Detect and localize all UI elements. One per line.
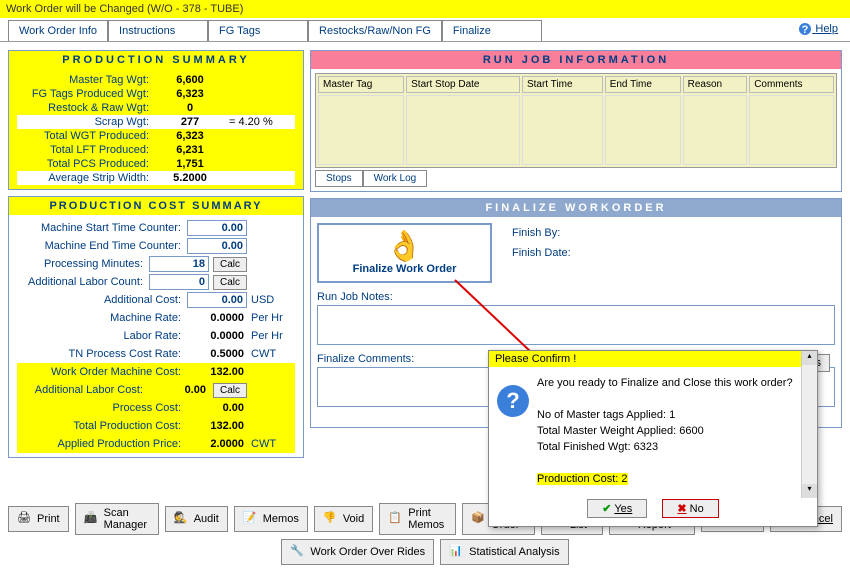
ps-row: Total WGT Produced:6,323 bbox=[17, 129, 295, 143]
pcs-row: Additional Labor Cost:0.00Calc bbox=[17, 381, 295, 399]
scanner-icon: 📠 bbox=[84, 511, 100, 527]
pcs-row: Machine End Time Counter: bbox=[17, 237, 295, 255]
pcs-input[interactable] bbox=[149, 274, 209, 290]
tab-row: Work Order Info Instructions FG Tags Res… bbox=[0, 18, 850, 42]
pcs-input[interactable] bbox=[187, 292, 247, 308]
ps-row: Average Strip Width:5.2000 bbox=[17, 171, 295, 185]
tab-wo-info[interactable]: Work Order Info bbox=[8, 20, 108, 41]
pcs-row: Machine Start Time Counter: bbox=[17, 219, 295, 237]
confirm-line3: Total Finished Wgt: 6323 bbox=[537, 439, 809, 455]
window-title: Work Order will be Changed (W/O - 378 - … bbox=[0, 0, 850, 18]
pcs-row: Additional Labor Count:Calc bbox=[17, 273, 295, 291]
finish-by-label: Finish By: bbox=[512, 223, 835, 243]
svg-text:?: ? bbox=[802, 24, 809, 36]
box-icon: 📦 bbox=[471, 511, 487, 527]
ps-row: Total LFT Produced:6,231 bbox=[17, 143, 295, 157]
rji-col: Comments bbox=[749, 76, 834, 93]
confirm-scrollbar[interactable]: ▴ ▾ bbox=[801, 351, 817, 498]
tab-fg-tags[interactable]: FG Tags bbox=[208, 20, 308, 41]
pcs-row: Additional Cost:USD bbox=[17, 291, 295, 309]
finalize-wo-button[interactable]: 👌 Finalize Work Order bbox=[317, 223, 492, 283]
void-button[interactable]: 👎Void bbox=[314, 506, 373, 532]
help-icon: ? bbox=[798, 22, 812, 36]
confirm-yes-button[interactable]: ✔ Yes bbox=[587, 499, 647, 518]
scan-manager-button[interactable]: 📠Scan Manager bbox=[75, 503, 159, 535]
confirm-question: Are you ready to Finalize and Close this… bbox=[537, 375, 809, 391]
run-job-notes-label: Run Job Notes: bbox=[317, 291, 835, 303]
ps-row: Master Tag Wgt:6,600 bbox=[17, 73, 295, 87]
rji-col: End Time bbox=[605, 76, 681, 93]
ps-row: FG Tags Produced Wgt:6,323 bbox=[17, 87, 295, 101]
calc-button[interactable]: Calc bbox=[213, 383, 247, 398]
rji-header: RUN JOB INFORMATION bbox=[311, 51, 841, 69]
print-memos-button[interactable]: 📋Print Memos bbox=[379, 503, 456, 535]
production-summary-panel: PRODUCTION SUMMARY Master Tag Wgt:6,600F… bbox=[8, 50, 304, 190]
question-icon: ? bbox=[497, 385, 529, 417]
wo-overrides-button[interactable]: 🔧Work Order Over Rides bbox=[281, 539, 434, 565]
confirm-line1: No of Master tags Applied: 1 bbox=[537, 407, 809, 423]
pcs-row: Applied Production Price:2.0000CWT bbox=[17, 435, 295, 453]
subtab-stops[interactable]: Stops bbox=[315, 170, 363, 187]
confirm-line2: Total Master Weight Applied: 6600 bbox=[537, 423, 809, 439]
help-link[interactable]: ? Help bbox=[798, 22, 838, 36]
scroll-down-icon[interactable]: ▾ bbox=[802, 484, 817, 498]
pcs-input[interactable] bbox=[149, 256, 209, 272]
ps-row: Scrap Wgt:277= 4.20 % bbox=[17, 115, 295, 129]
print-button[interactable]: 🖨Print bbox=[8, 506, 69, 532]
confirm-prod-cost: Production Cost: 2 bbox=[537, 473, 628, 485]
print-memos-icon: 📋 bbox=[388, 511, 404, 527]
calc-button[interactable]: Calc bbox=[213, 257, 247, 272]
audit-icon: 🕵 bbox=[174, 511, 190, 527]
memos-button[interactable]: 📝Memos bbox=[234, 506, 308, 532]
finish-date-label: Finish Date: bbox=[512, 243, 835, 263]
void-icon: 👎 bbox=[323, 511, 339, 527]
pcs-input[interactable] bbox=[187, 220, 247, 236]
pcs-row: Process Cost:0.00 bbox=[17, 399, 295, 417]
pcs-row: Work Order Machine Cost:132.00 bbox=[17, 363, 295, 381]
run-job-info-panel: RUN JOB INFORMATION Master TagStart Stop… bbox=[310, 50, 842, 192]
tab-finalize[interactable]: Finalize bbox=[442, 20, 542, 41]
confirm-dialog: Please Confirm ! ? Are you ready to Fina… bbox=[488, 350, 818, 527]
production-cost-panel: PRODUCTION COST SUMMARY Machine Start Ti… bbox=[8, 196, 304, 458]
ps-header: PRODUCTION SUMMARY bbox=[9, 51, 303, 69]
pcs-row: Labor Rate:0.0000Per Hr bbox=[17, 327, 295, 345]
pcs-row: Processing Minutes:Calc bbox=[17, 255, 295, 273]
confirm-no-button[interactable]: ✖ No bbox=[662, 499, 718, 518]
ps-row: Restock & Raw Wgt:0 bbox=[17, 101, 295, 115]
rji-col: Start Stop Date bbox=[406, 76, 520, 93]
statistical-button[interactable]: 📊Statistical Analysis bbox=[440, 539, 568, 565]
tab-instructions[interactable]: Instructions bbox=[108, 20, 208, 41]
fw-header: FINALIZE WORKORDER bbox=[311, 199, 841, 217]
scroll-up-icon[interactable]: ▴ bbox=[802, 351, 817, 365]
calc-button[interactable]: Calc bbox=[213, 275, 247, 290]
ok-hand-icon: 👌 bbox=[325, 231, 484, 263]
rji-col: Master Tag bbox=[318, 76, 404, 93]
pcs-header: PRODUCTION COST SUMMARY bbox=[9, 197, 303, 215]
pcs-input[interactable] bbox=[187, 238, 247, 254]
rji-col: Start Time bbox=[522, 76, 603, 93]
ps-row: Total PCS Produced:1,751 bbox=[17, 157, 295, 171]
printer-icon: 🖨 bbox=[17, 511, 33, 527]
memo-icon: 📝 bbox=[243, 511, 259, 527]
rji-col: Reason bbox=[683, 76, 748, 93]
rji-table: Master TagStart Stop DateStart TimeEnd T… bbox=[315, 73, 837, 168]
override-icon: 🔧 bbox=[290, 544, 306, 560]
audit-button[interactable]: 🕵Audit bbox=[165, 506, 228, 532]
confirm-title: Please Confirm ! bbox=[489, 351, 817, 367]
pcs-row: Machine Rate:0.0000Per Hr bbox=[17, 309, 295, 327]
pcs-row: Total Production Cost:132.00 bbox=[17, 417, 295, 435]
pcs-row: TN Process Cost Rate:0.5000CWT bbox=[17, 345, 295, 363]
run-job-notes-input[interactable] bbox=[317, 305, 835, 345]
tab-restocks[interactable]: Restocks/Raw/Non FG bbox=[308, 20, 442, 41]
subtab-worklog[interactable]: Work Log bbox=[363, 170, 428, 187]
chart-icon: 📊 bbox=[449, 544, 465, 560]
